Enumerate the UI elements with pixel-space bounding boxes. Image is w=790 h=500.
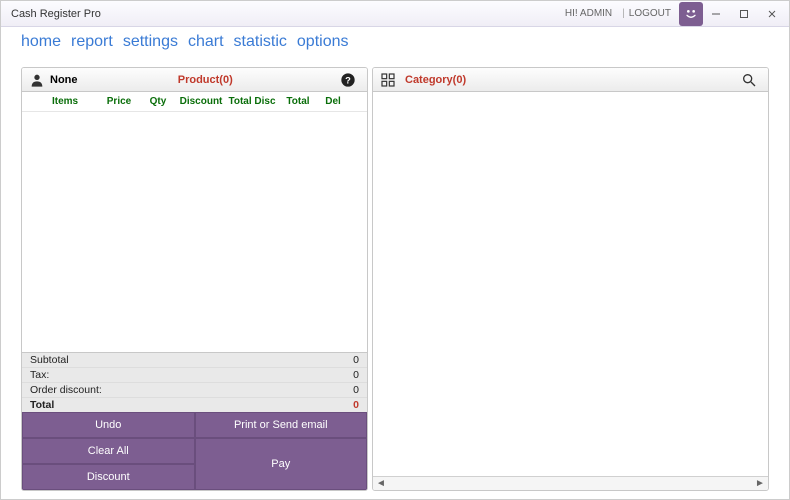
col-total: Total xyxy=(278,96,318,107)
order-discount-row: Order discount: 0 xyxy=(22,383,367,398)
undo-button[interactable]: Undo xyxy=(22,412,195,438)
app-title: Cash Register Pro xyxy=(11,8,101,20)
svg-text:?: ? xyxy=(345,75,351,85)
category-grid-icon[interactable] xyxy=(379,71,397,89)
user-greeting: HI! ADMIN xyxy=(565,8,612,19)
total-value: 0 xyxy=(353,399,359,411)
maximize-button[interactable] xyxy=(733,5,755,23)
product-panel-header: Category(0) xyxy=(373,68,768,92)
order-panel-header: None Product(0) ? xyxy=(22,68,367,92)
product-pager: ◄ ► xyxy=(373,476,768,490)
clear-all-button[interactable]: Clear All xyxy=(22,438,195,464)
col-total-disc: Total Disc xyxy=(226,96,278,107)
page-prev[interactable]: ◄ xyxy=(376,478,386,489)
subtotal-label: Subtotal xyxy=(30,354,69,366)
subtotal-value: 0 xyxy=(353,354,359,366)
logout-link[interactable]: LOGOUT xyxy=(629,8,671,19)
separator: | xyxy=(622,8,625,19)
col-discount: Discount xyxy=(176,96,226,107)
product-count[interactable]: Product(0) xyxy=(178,74,233,86)
help-icon[interactable]: ? xyxy=(339,71,357,89)
product-panel: Category(0) ◄ ► xyxy=(372,67,769,491)
customer-icon[interactable] xyxy=(28,71,46,89)
col-price: Price xyxy=(98,96,140,107)
close-button[interactable] xyxy=(761,5,783,23)
print-button[interactable]: Print or Send email xyxy=(195,412,368,438)
page-next[interactable]: ► xyxy=(755,478,765,489)
order-discount-label: Order discount: xyxy=(30,384,102,396)
action-buttons: Undo Print or Send email Clear All Pay D… xyxy=(22,412,367,490)
search-icon[interactable] xyxy=(740,71,758,89)
nav-report[interactable]: report xyxy=(71,33,113,51)
tax-row: Tax: 0 xyxy=(22,368,367,383)
order-table-header: Items Price Qty Discount Total Disc Tota… xyxy=(22,92,367,112)
totals-section: Subtotal 0 Tax: 0 Order discount: 0 Tota… xyxy=(22,352,367,412)
discount-button[interactable]: Discount xyxy=(22,464,195,490)
nav-statistic[interactable]: statistic xyxy=(234,33,287,51)
col-items: Items xyxy=(28,96,98,107)
order-panel: None Product(0) ? Items Price Qty Discou… xyxy=(21,67,368,491)
pay-button[interactable]: Pay xyxy=(195,438,368,490)
subtotal-row: Subtotal 0 xyxy=(22,353,367,368)
nav-options[interactable]: options xyxy=(297,33,349,51)
nav-settings[interactable]: settings xyxy=(123,33,178,51)
product-grid xyxy=(373,92,768,476)
minimize-button[interactable] xyxy=(705,5,727,23)
total-row: Total 0 xyxy=(22,398,367,412)
nav-chart[interactable]: chart xyxy=(188,33,224,51)
main-nav: home report settings chart statistic opt… xyxy=(1,27,789,61)
order-discount-value: 0 xyxy=(353,384,359,396)
col-del: Del xyxy=(318,96,348,107)
tax-value: 0 xyxy=(353,369,359,381)
col-qty: Qty xyxy=(140,96,176,107)
category-count[interactable]: Category(0) xyxy=(405,74,466,86)
order-rows xyxy=(22,112,367,352)
total-label: Total xyxy=(30,399,54,411)
titlebar: Cash Register Pro HI! ADMIN | LOGOUT xyxy=(1,1,789,27)
app-logo-icon xyxy=(679,2,703,26)
customer-name[interactable]: None xyxy=(50,74,78,86)
tax-label: Tax: xyxy=(30,369,49,381)
nav-home[interactable]: home xyxy=(21,33,61,51)
